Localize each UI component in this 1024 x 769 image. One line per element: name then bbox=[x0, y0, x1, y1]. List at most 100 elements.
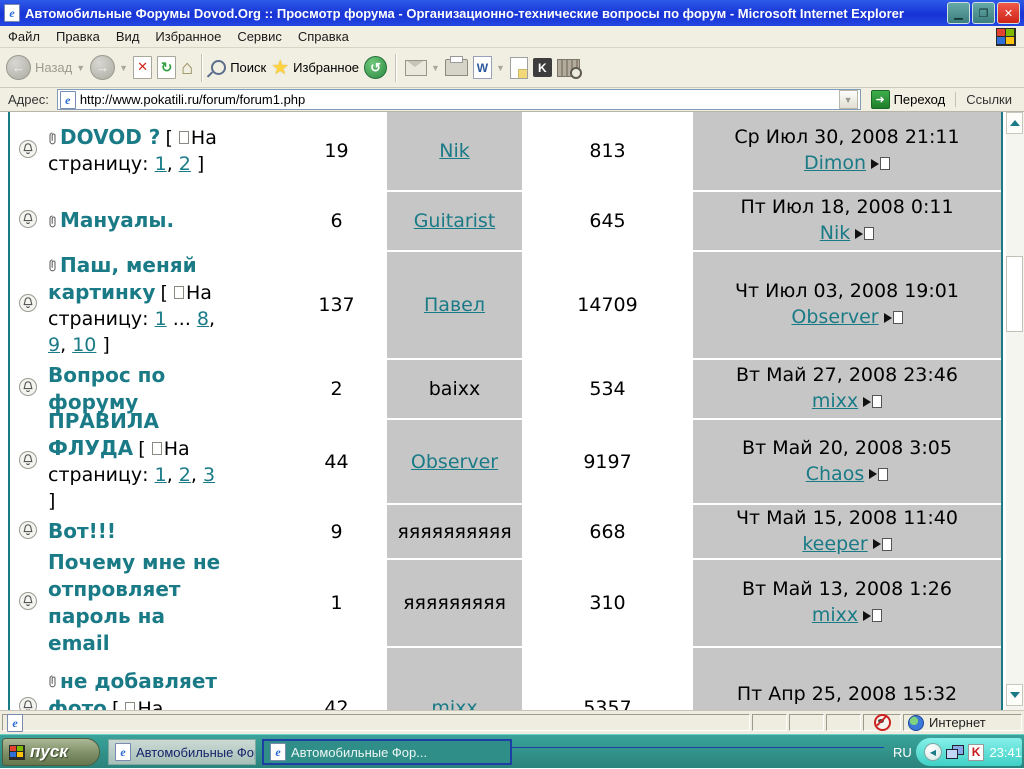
forward-dropdown-icon[interactable]: ▼ bbox=[119, 63, 128, 73]
last-poster-link[interactable]: Chaos bbox=[806, 462, 864, 488]
search-icon bbox=[211, 60, 226, 75]
topic-author[interactable]: Observer bbox=[387, 420, 522, 503]
status-bar: e Интернет bbox=[0, 710, 1024, 734]
topic-author[interactable]: mixx bbox=[387, 648, 522, 710]
page-number-link[interactable]: 1 bbox=[155, 464, 167, 486]
edit-word-button[interactable]: W ▼ bbox=[473, 56, 505, 79]
last-post-date: Пт Апр 25, 2008 15:32 bbox=[737, 682, 957, 708]
taskbar: пуск e Автомобильные Фор... e Автомобиль… bbox=[0, 734, 1024, 768]
home-button[interactable]: ⌂ bbox=[181, 58, 193, 78]
close-button[interactable]: ✕ bbox=[997, 2, 1020, 24]
last-poster-link[interactable]: Observer bbox=[791, 305, 878, 331]
views-count: 534 bbox=[524, 360, 691, 418]
privacy-report-pane[interactable] bbox=[863, 714, 901, 731]
goto-last-post-icon[interactable] bbox=[863, 395, 882, 408]
hide-icons-chevron[interactable]: ◀ bbox=[924, 743, 942, 761]
last-poster-link[interactable]: mixx bbox=[812, 603, 858, 629]
menu-view[interactable]: Вид bbox=[108, 27, 148, 46]
zone-label: Интернет bbox=[929, 715, 986, 730]
page-number-link[interactable]: 1 bbox=[155, 308, 167, 330]
stop-button[interactable]: ✕ bbox=[133, 56, 152, 79]
page-number-link[interactable]: 10 bbox=[72, 334, 96, 356]
network-tray-icon[interactable] bbox=[946, 745, 964, 759]
last-poster-link[interactable]: Dimon bbox=[804, 151, 866, 177]
search-button[interactable]: Поиск bbox=[211, 60, 266, 75]
views-count: 5357 bbox=[524, 648, 691, 710]
antivirus-tray-icon[interactable]: K bbox=[968, 744, 985, 761]
menu-favorites[interactable]: Избранное bbox=[147, 27, 229, 46]
last-post-date: Вт Май 20, 2008 3:05 bbox=[742, 436, 952, 462]
topic-title-link[interactable]: DOVOD ? bbox=[60, 125, 160, 149]
topic-author[interactable]: Nik bbox=[387, 112, 522, 190]
security-zone-pane: Интернет bbox=[903, 714, 1022, 731]
edit-page-button[interactable] bbox=[510, 57, 528, 79]
page-number-link[interactable]: 3 bbox=[203, 464, 215, 486]
views-count: 310 bbox=[524, 560, 691, 646]
goto-last-post-icon[interactable] bbox=[869, 468, 888, 481]
page-scrollbar[interactable] bbox=[1006, 112, 1024, 710]
research-button[interactable] bbox=[557, 59, 580, 77]
topic-author[interactable]: Guitarist bbox=[387, 192, 522, 250]
address-url: http://www.pokatili.ru/forum/forum1.php bbox=[80, 92, 835, 107]
topic-title-link[interactable]: Вот!!! bbox=[48, 519, 116, 543]
language-indicator[interactable]: RU bbox=[893, 735, 912, 769]
scroll-down-button[interactable] bbox=[1006, 684, 1023, 706]
page-number-link[interactable]: 9 bbox=[48, 334, 60, 356]
start-button[interactable]: пуск bbox=[2, 738, 100, 766]
mail-button[interactable]: ▼ bbox=[405, 60, 440, 76]
links-toolbar[interactable]: Ссылки bbox=[955, 92, 1020, 107]
address-dropdown-icon[interactable]: ▼ bbox=[839, 90, 858, 109]
table-row: не добавляет фото [ На страницу: 1 ] 42 … bbox=[10, 648, 1001, 710]
last-post-date: Ср Июл 30, 2008 21:11 bbox=[734, 125, 959, 151]
last-post-date: Пт Июл 18, 2008 0:11 bbox=[740, 195, 953, 221]
refresh-button[interactable]: ↻ bbox=[157, 56, 176, 79]
goto-last-post-icon[interactable] bbox=[871, 157, 890, 170]
replies-count: 137 bbox=[288, 252, 385, 358]
table-row: Мануалы. 6 Guitarist 645 Пт Июл 18, 2008… bbox=[10, 192, 1001, 250]
address-input[interactable]: e http://www.pokatili.ru/forum/forum1.ph… bbox=[57, 89, 861, 110]
restore-button[interactable]: ❐ bbox=[972, 2, 995, 24]
taskbar-window-button-1[interactable]: e Автомобильные Фор... bbox=[108, 739, 256, 765]
mail-dropdown-icon[interactable]: ▼ bbox=[431, 63, 440, 73]
forward-button[interactable]: → ▼ bbox=[90, 55, 128, 80]
menu-help[interactable]: Справка bbox=[290, 27, 357, 46]
page-number-link[interactable]: 1 bbox=[155, 153, 167, 175]
browser-viewport: DOVOD ? [ На страницу: 1, 2 ] 19 Nik 813… bbox=[0, 112, 1024, 710]
edit-dropdown-icon[interactable]: ▼ bbox=[496, 63, 505, 73]
back-button[interactable]: ← Назад ▼ bbox=[6, 55, 85, 80]
messenger-button[interactable]: K bbox=[533, 58, 552, 77]
go-button[interactable]: ➜ Переход bbox=[865, 90, 952, 109]
goto-last-post-icon[interactable] bbox=[884, 311, 903, 324]
ie-task-icon: e bbox=[115, 743, 131, 761]
goto-last-post-icon[interactable] bbox=[863, 609, 882, 622]
last-poster-link[interactable]: keeper bbox=[802, 532, 867, 558]
menu-edit[interactable]: Правка bbox=[48, 27, 108, 46]
taskbar-window-button-2-active[interactable]: e Автомобильные Фор... bbox=[262, 739, 512, 765]
goto-last-post-icon[interactable] bbox=[855, 227, 874, 240]
table-row: ПРАВИЛА ФЛУДА [ На страницу: 1, 2, 3 ] 4… bbox=[10, 420, 1001, 503]
favorites-button[interactable]: ★ Избранное bbox=[271, 58, 359, 78]
status-pane bbox=[752, 714, 787, 731]
topic-author[interactable]: Павел bbox=[387, 252, 522, 358]
history-button[interactable]: ↺ bbox=[364, 56, 387, 79]
status-message-pane: e bbox=[2, 714, 750, 731]
back-dropdown-icon[interactable]: ▼ bbox=[76, 63, 85, 73]
menu-tools[interactable]: Сервис bbox=[229, 27, 290, 46]
last-poster-link[interactable]: mixx bbox=[812, 389, 858, 415]
topic-title-link[interactable]: Мануалы. bbox=[60, 208, 174, 232]
last-poster-link[interactable]: Nik bbox=[820, 221, 851, 247]
scroll-up-button[interactable] bbox=[1006, 112, 1023, 134]
scrollbar-thumb[interactable] bbox=[1006, 256, 1023, 332]
print-button[interactable] bbox=[445, 59, 468, 76]
topic-title-link[interactable]: Почему мне не отпровляет пароль на email bbox=[48, 550, 220, 656]
page-number-link[interactable]: 2 bbox=[179, 153, 191, 175]
menu-file[interactable]: Файл bbox=[0, 27, 48, 46]
minimize-button[interactable]: ▁ bbox=[947, 2, 970, 24]
replies-count: 19 bbox=[288, 112, 385, 190]
goto-last-post-icon[interactable] bbox=[873, 538, 892, 551]
word-icon: W bbox=[473, 56, 492, 79]
page-number-link[interactable]: 2 bbox=[179, 464, 191, 486]
views-count: 9197 bbox=[524, 420, 691, 503]
page-number-link[interactable]: 8 bbox=[197, 308, 209, 330]
topic-title-link[interactable]: Вопрос по форуму bbox=[48, 363, 165, 414]
